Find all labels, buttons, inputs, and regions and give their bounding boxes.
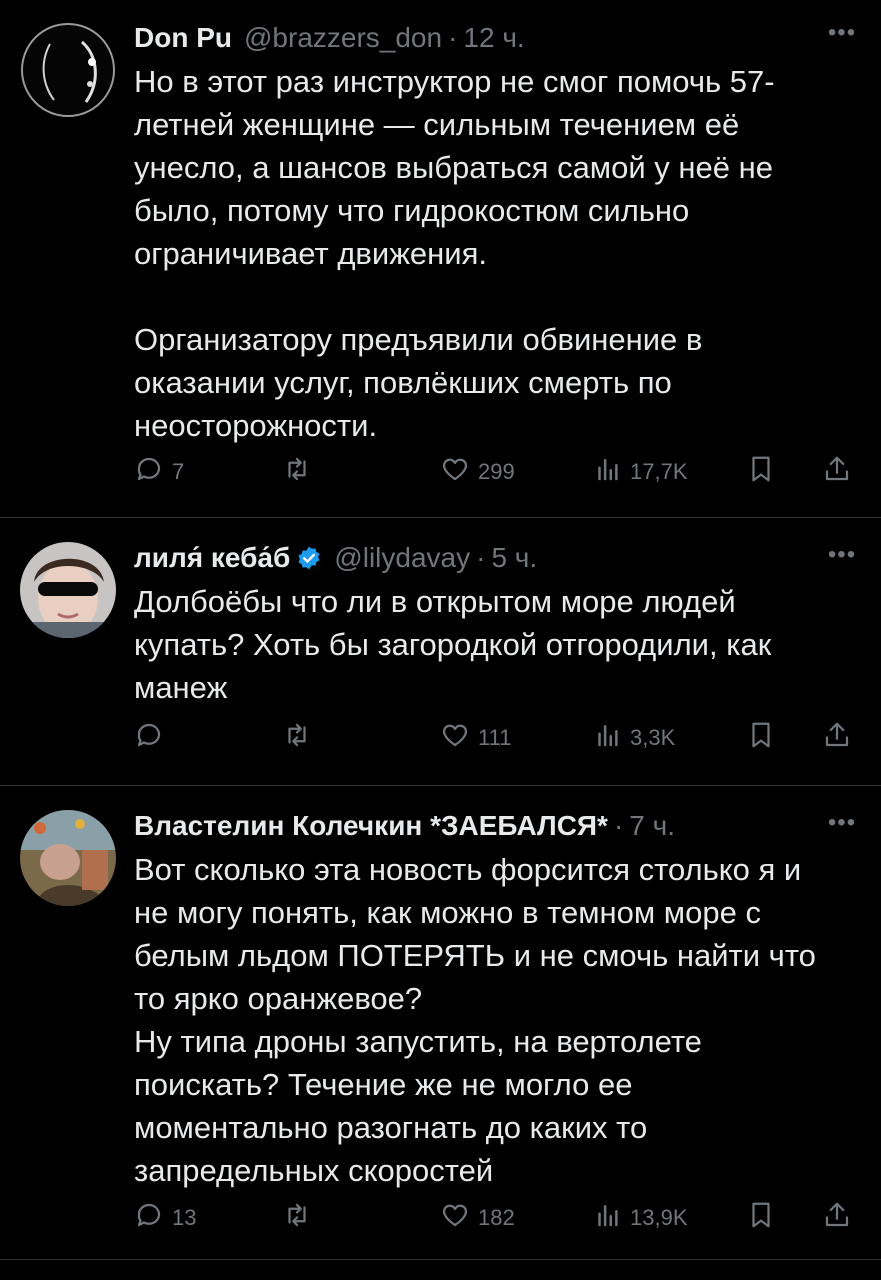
bookmark-icon bbox=[746, 454, 776, 490]
reply-button[interactable]: 7 bbox=[134, 452, 184, 492]
reply-bubble-icon bbox=[134, 454, 164, 490]
like-button[interactable]: 182 bbox=[440, 1198, 515, 1238]
like-count: 182 bbox=[478, 1205, 515, 1230]
display-name[interactable]: Властелин Колечкин *ЗАЕБАЛСЯ* bbox=[134, 810, 608, 842]
share-button[interactable] bbox=[822, 718, 852, 758]
heart-icon bbox=[440, 454, 470, 490]
bookmark-button[interactable] bbox=[746, 718, 776, 758]
tweet-text: Вот сколько эта новость форсится столько… bbox=[134, 852, 816, 1188]
separator: · bbox=[448, 22, 458, 53]
share-icon bbox=[822, 1200, 852, 1236]
retweet-button[interactable] bbox=[282, 452, 320, 492]
tweet-header: Don Pu @brazzers_don · 12 ч. bbox=[134, 18, 861, 58]
user-handle[interactable]: @lilydavay bbox=[334, 542, 470, 574]
tweet-header: лиля́ кеба́б @lilydavay · 5 ч. bbox=[134, 538, 861, 578]
views-bars-icon bbox=[592, 454, 622, 490]
views-count: 17,7K bbox=[630, 459, 688, 484]
like-button[interactable]: 299 bbox=[440, 452, 515, 492]
tweet-actions: 7 299 17,7K bbox=[134, 452, 861, 492]
bookmark-icon bbox=[746, 1200, 776, 1236]
tweet-actions: 111 3,3K bbox=[134, 718, 861, 758]
share-icon bbox=[822, 720, 852, 756]
tweet[interactable]: Don Pu @brazzers_don · 12 ч. ••• Но в эт… bbox=[0, 0, 881, 518]
separator: · bbox=[613, 810, 624, 841]
separator: · bbox=[476, 542, 486, 573]
timeline-feed: Don Pu @brazzers_don · 12 ч. ••• Но в эт… bbox=[0, 0, 881, 1280]
reply-count: 13 bbox=[172, 1205, 197, 1230]
views-count: 3,3K bbox=[630, 725, 676, 750]
share-icon bbox=[822, 454, 852, 490]
views-button[interactable]: 17,7K bbox=[592, 452, 688, 492]
views-bars-icon bbox=[592, 1200, 622, 1236]
avatar[interactable] bbox=[20, 810, 116, 906]
heart-icon bbox=[440, 1200, 470, 1236]
timestamp[interactable]: 12 ч. bbox=[463, 22, 524, 54]
retweet-button[interactable] bbox=[282, 1198, 320, 1238]
more-horizontal-icon[interactable]: ••• bbox=[825, 811, 859, 836]
reply-button[interactable]: 13 bbox=[134, 1198, 196, 1238]
more-horizontal-icon[interactable]: ••• bbox=[825, 21, 859, 46]
retweet-icon bbox=[282, 1200, 312, 1236]
like-count: 299 bbox=[478, 459, 515, 484]
more-horizontal-icon[interactable]: ••• bbox=[825, 543, 859, 568]
timestamp[interactable]: 7 ч. bbox=[629, 810, 675, 842]
retweet-icon bbox=[282, 454, 312, 490]
like-count: 111 bbox=[478, 725, 512, 750]
share-button[interactable] bbox=[822, 452, 852, 492]
tweet-actions: 13 182 13,9K bbox=[134, 1198, 861, 1238]
reply-bubble-icon bbox=[134, 720, 164, 756]
views-count: 13,9K bbox=[630, 1205, 688, 1230]
avatar[interactable] bbox=[20, 22, 116, 118]
bookmark-button[interactable] bbox=[746, 1198, 776, 1238]
tweet-text: Но в этот раз инструктор не смог помочь … bbox=[134, 64, 775, 443]
avatar[interactable] bbox=[20, 542, 116, 638]
retweet-button[interactable] bbox=[282, 718, 320, 758]
like-button[interactable]: 111 bbox=[440, 718, 511, 758]
bookmark-button[interactable] bbox=[746, 452, 776, 492]
reply-button[interactable] bbox=[134, 718, 172, 758]
display-name[interactable]: лиля́ кеба́б bbox=[134, 542, 290, 574]
views-button[interactable]: 13,9K bbox=[592, 1198, 688, 1238]
retweet-icon bbox=[282, 720, 312, 756]
verified-badge-icon bbox=[296, 545, 322, 571]
reply-bubble-icon bbox=[134, 1200, 164, 1236]
tweet-header: Властелин Колечкин *ЗАЕБАЛСЯ* · 7 ч. bbox=[134, 806, 861, 846]
tweet[interactable]: лиля́ кеба́б @lilydavay · 5 ч. ••• Долбо… bbox=[0, 518, 881, 786]
reply-count: 7 bbox=[172, 459, 185, 484]
views-bars-icon bbox=[592, 720, 622, 756]
bookmark-icon bbox=[746, 720, 776, 756]
views-button[interactable]: 3,3K bbox=[592, 718, 675, 758]
display-name[interactable]: Don Pu bbox=[134, 22, 232, 54]
share-button[interactable] bbox=[822, 1198, 852, 1238]
user-handle[interactable]: @brazzers_don bbox=[244, 22, 442, 54]
tweet-text: Долбоёбы что ли в открытом море людей ку… bbox=[134, 584, 772, 705]
heart-icon bbox=[440, 720, 470, 756]
timestamp[interactable]: 5 ч. bbox=[491, 542, 537, 574]
tweet[interactable]: Властелин Колечкин *ЗАЕБАЛСЯ* · 7 ч. •••… bbox=[0, 786, 881, 1260]
